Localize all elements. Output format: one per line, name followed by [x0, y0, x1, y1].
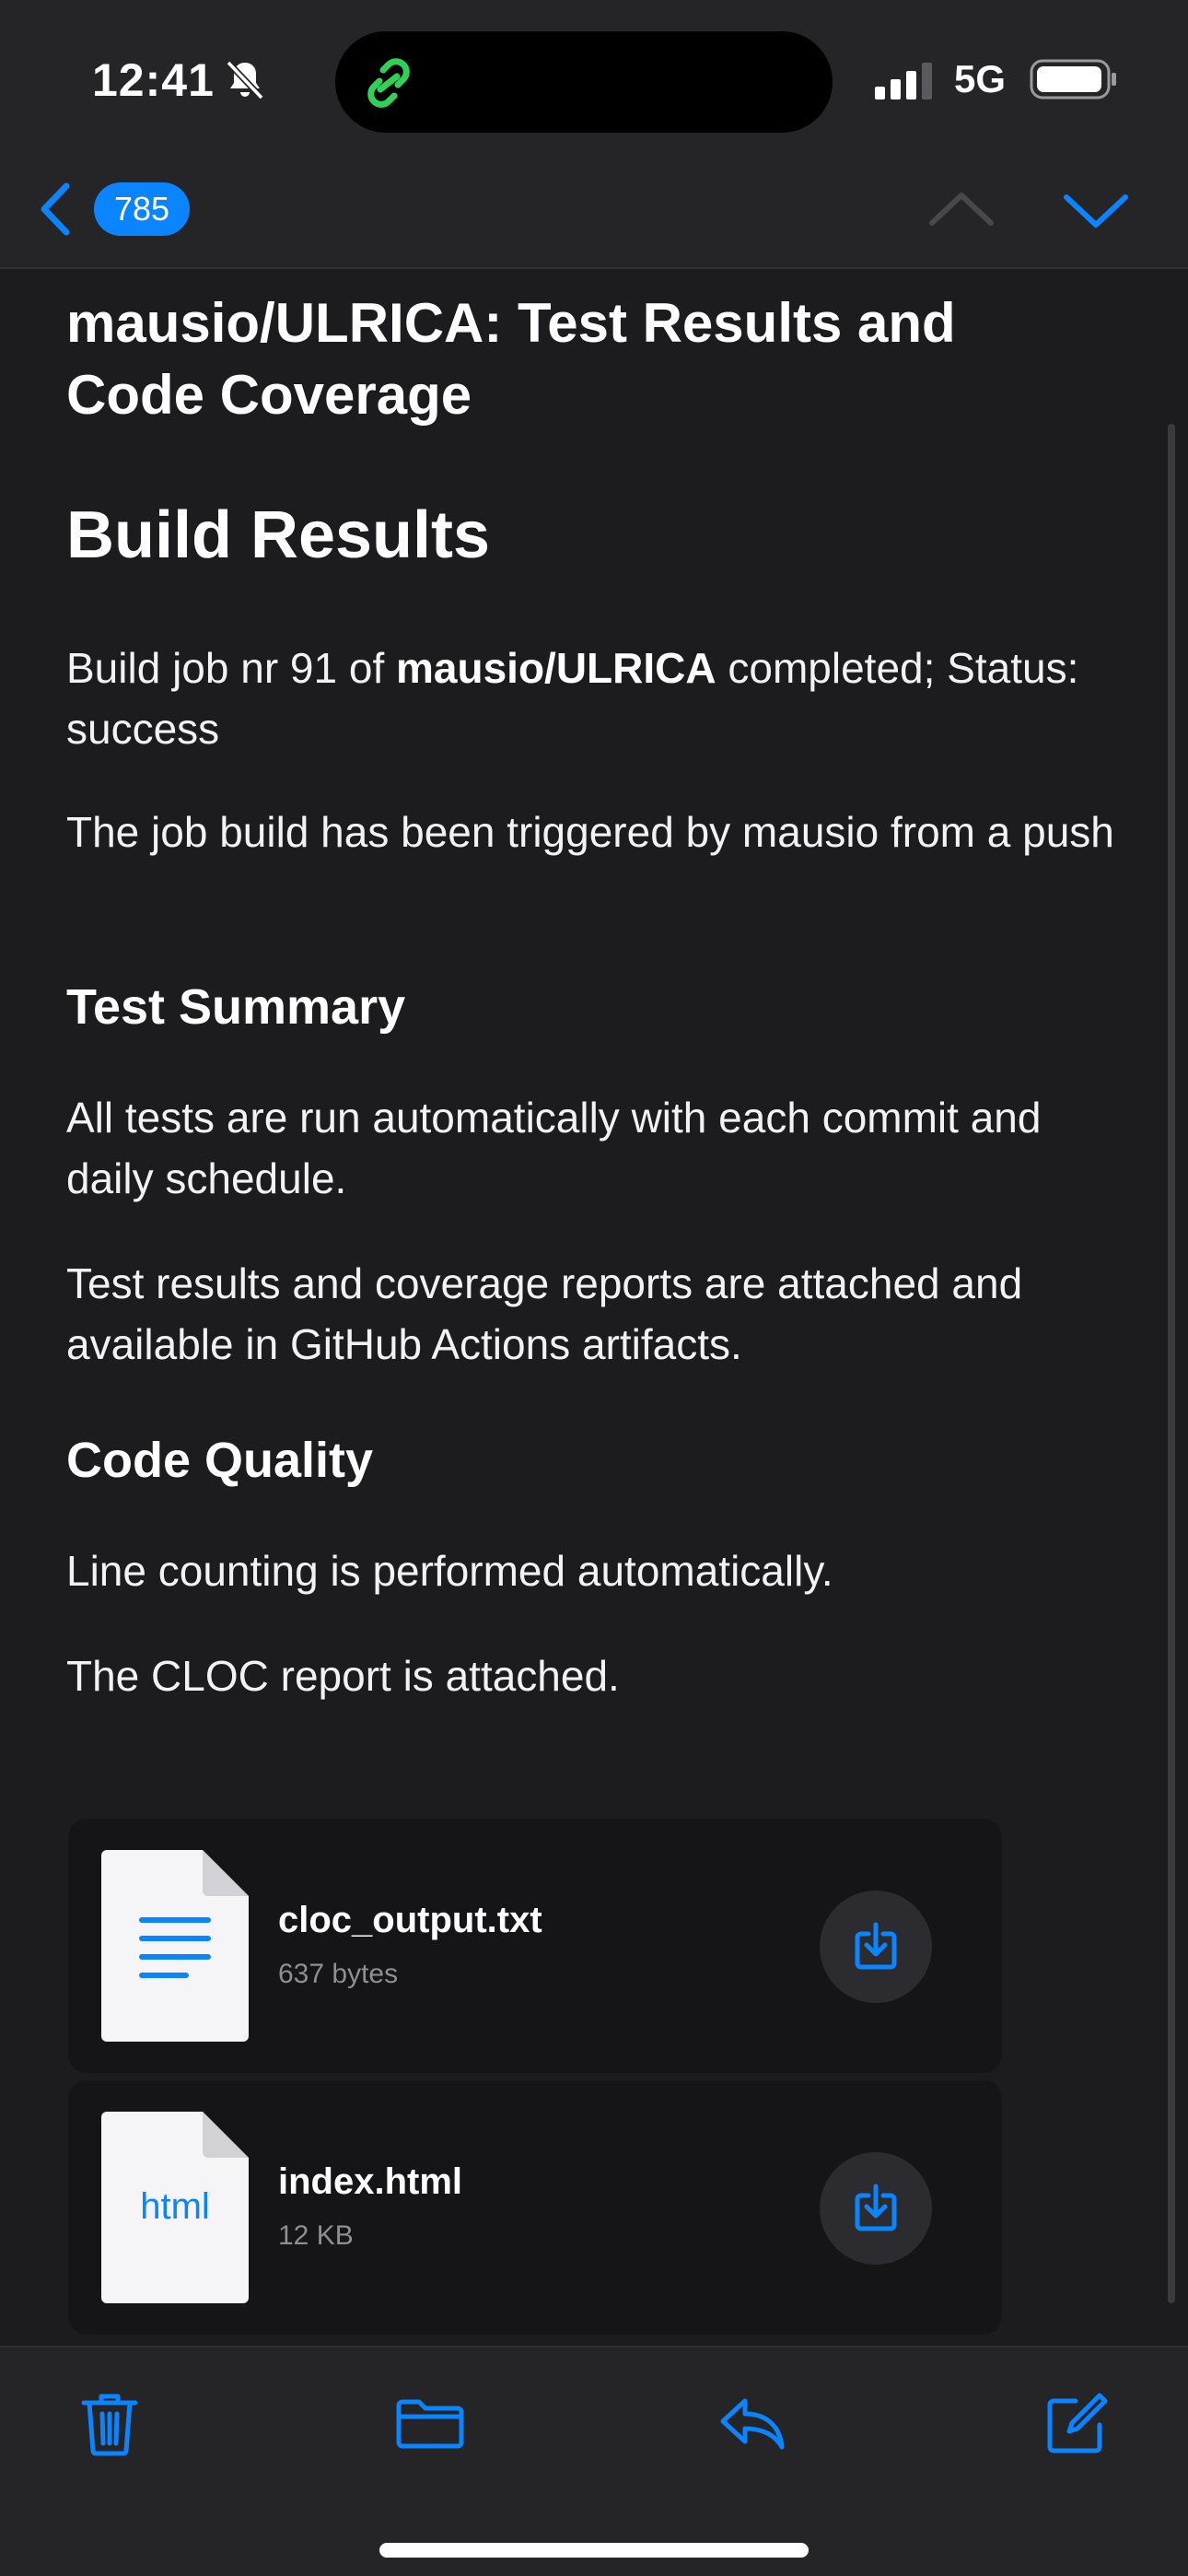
repo-name: mausio/ULRICA: [396, 644, 716, 692]
chevron-down-icon: [1064, 194, 1128, 228]
bottom-toolbar: [0, 2346, 1188, 2576]
home-indicator[interactable]: [379, 2543, 809, 2558]
mail-message-screen: 12:41 5G 785 mausio/ULRICA: Test Results…: [0, 0, 1188, 2576]
link-icon: [367, 58, 410, 108]
chevron-up-icon: [929, 193, 994, 226]
bell-slash-icon: [226, 60, 264, 100]
chevron-left-icon: [41, 182, 70, 236]
build-results-heading: Build Results: [66, 498, 491, 572]
test-summary-text: All tests are run automatically with eac…: [66, 1094, 1042, 1202]
reply-icon: [720, 2398, 785, 2450]
message-count-badge[interactable]: 785: [94, 182, 191, 236]
code-quality-heading: Code Quality: [66, 1433, 374, 1488]
message-subject: mausio/ULRICA: Test Results and Code Cov…: [66, 292, 956, 426]
attachment-cloc-output[interactable]: cloc_output.txt 637 bytes: [68, 1819, 1002, 2073]
status-time: 12:41: [92, 54, 215, 106]
reply-button[interactable]: [711, 2383, 794, 2465]
network-type: 5G: [954, 57, 1007, 100]
text-file-icon: [101, 1850, 249, 2042]
delete-button[interactable]: [68, 2383, 151, 2465]
scroll-indicator[interactable]: [1168, 424, 1175, 2303]
compose-button[interactable]: [1035, 2383, 1118, 2465]
file-type-label: html: [140, 2186, 210, 2227]
battery-icon: [1030, 59, 1116, 100]
attachment-size: 637 bytes: [278, 1959, 399, 1989]
cloc-text: The CLOC report is attached.: [66, 1652, 620, 1700]
folder-icon: [396, 2399, 464, 2449]
move-to-folder-button[interactable]: [389, 2383, 472, 2465]
compose-icon: [1047, 2393, 1108, 2453]
line-count-text: Line counting is performed automatically…: [66, 1547, 833, 1595]
build-status-prefix: Build job nr 91 of: [66, 644, 397, 692]
test-results-text: Test results and coverage reports are at…: [66, 1259, 1023, 1368]
trash-icon: [81, 2394, 138, 2456]
test-summary-heading: Test Summary: [66, 979, 406, 1035]
html-file-icon: html: [101, 2112, 249, 2303]
build-status-text: Build job nr 91 of mausio/ULRICA complet…: [66, 638, 1116, 759]
attachment-name: index.html: [278, 2161, 463, 2202]
next-message-button[interactable]: [1059, 181, 1133, 240]
download-icon: [855, 1922, 897, 1970]
trigger-text: The job build has been triggered by maus…: [66, 808, 1114, 856]
download-button[interactable]: [820, 2152, 932, 2265]
attachment-index-html[interactable]: html index.html 12 KB: [68, 2080, 1002, 2335]
top-bar: 12:41 5G 785: [0, 0, 1188, 269]
download-button[interactable]: [820, 1891, 932, 2003]
back-button[interactable]: [28, 177, 83, 241]
attachment-name: cloc_output.txt: [278, 1900, 542, 1940]
attachment-size: 12 KB: [278, 2220, 354, 2251]
previous-message-button[interactable]: [925, 181, 998, 240]
signal-icon: [875, 63, 932, 100]
download-icon: [855, 2184, 897, 2231]
